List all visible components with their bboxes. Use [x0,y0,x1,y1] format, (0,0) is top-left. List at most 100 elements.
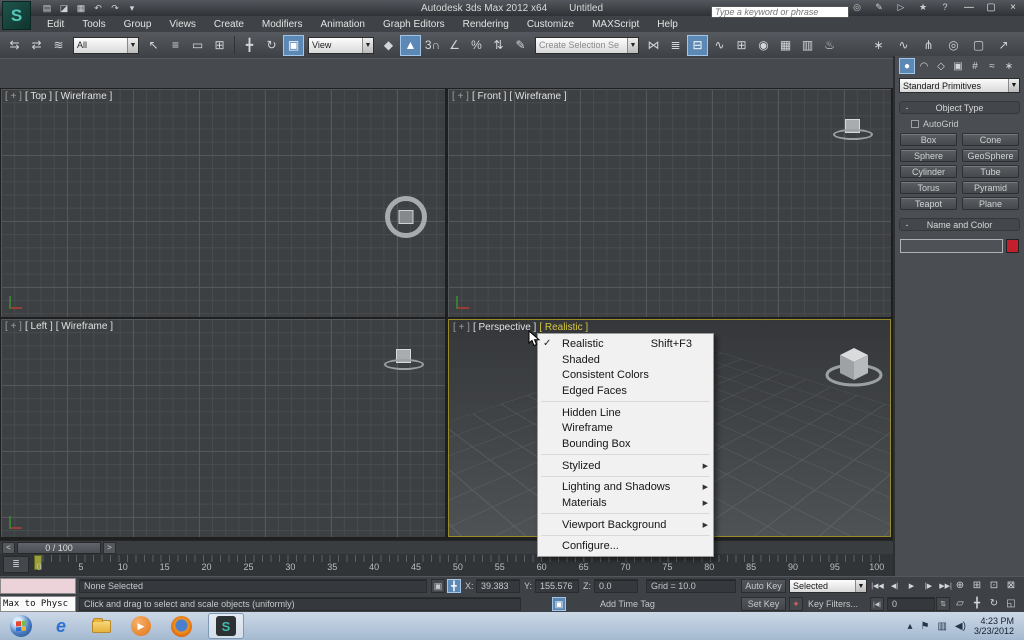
viewport-front[interactable]: [ + ][ Front ][ Wireframe ] [448,89,891,317]
primitive-button[interactable]: Pyramid [962,181,1019,194]
menu-item[interactable]: Rendering [454,19,518,30]
new-file-icon[interactable]: ▤ [40,2,54,14]
save-file-icon[interactable]: ▦ [74,2,88,14]
primitive-type-dropdown[interactable]: Standard Primitives ▼ [899,78,1020,93]
close-icon[interactable]: × [1006,1,1020,13]
category-cameras-icon[interactable]: ▣ [950,58,966,74]
zoom-extents-all-icon[interactable]: ⊠ [1003,578,1019,593]
open-file-icon[interactable]: ◪ [57,2,71,14]
start-button[interactable] [8,614,34,638]
named-selection-set-dropdown[interactable]: Create Selection Se ▼ [535,37,639,54]
menu-item[interactable]: Graph Editors [374,19,454,30]
menu-item[interactable]: Bounding Box [538,436,713,452]
align-icon[interactable]: ≣ [665,35,686,56]
menu-item[interactable]: Views [160,19,205,30]
key-icon[interactable]: ✦ [789,597,803,611]
play-icon[interactable]: ▶ [904,579,919,593]
box-object-3d[interactable] [824,338,884,390]
previous-frame-button[interactable]: < [2,542,15,554]
collapse-icon[interactable]: - [900,220,914,230]
absolute-mode-icon[interactable]: ╋ [447,579,461,593]
category-shapes-icon[interactable]: ◠ [916,58,932,74]
menu-item[interactable]: Edged Faces [538,383,713,399]
restore-icon[interactable]: ▢ [984,1,998,13]
time-tag-icon[interactable]: ▣ [552,597,566,611]
volume-icon[interactable]: ◀) [955,621,966,632]
object-color-swatch[interactable] [1006,239,1019,253]
go-to-end-icon[interactable]: ▶▶| [938,579,953,593]
angle-snap-icon[interactable]: ∠ [444,35,465,56]
taskbar-clock[interactable]: 4:23 PM 3/23/2012 [974,616,1018,636]
reference-coordinate-dropdown[interactable]: View ▼ [308,37,374,54]
mini-curve-editor-icon[interactable]: ≣ [3,556,29,573]
key-filters-button[interactable]: Key Filters... [808,599,858,609]
primitive-button[interactable]: Box [900,133,957,146]
category-helpers-icon[interactable]: # [967,58,983,74]
autogrid-checkbox[interactable] [911,120,919,128]
menu-item[interactable]: Viewport Background ▶ [538,517,713,533]
maxscript-mini-listener[interactable]: Max to Physc [0,596,76,612]
menu-item[interactable]: ✓ Realistic Shift+F3 [538,336,713,352]
next-frame-button[interactable]: > [103,542,116,554]
menu-item[interactable]: Edit [38,19,73,30]
menu-item[interactable]: Create [205,19,253,30]
favorites-icon[interactable]: ★ [916,1,930,13]
maximize-viewport-toggle-icon[interactable]: ◱ [1003,596,1019,611]
select-and-rotate-icon[interactable]: ↻ [261,35,282,56]
edit-named-selection-sets-icon[interactable]: ✎ [510,35,531,56]
auto-key-button[interactable]: Auto Key [741,579,786,593]
menu-item[interactable]: MAXScript [583,19,648,30]
mirror-icon[interactable]: ⋈ [643,35,664,56]
tab-create-icon[interactable]: ∗ [868,35,889,56]
network-icon[interactable]: ▥ [937,621,946,632]
menu-item[interactable]: Group [115,19,161,30]
go-to-start-icon[interactable]: |◀◀ [870,579,885,593]
selection-filter-dropdown[interactable]: All ▼ [73,37,139,54]
box-object[interactable] [399,210,414,224]
current-frame-field[interactable]: 0 [887,597,935,611]
y-coordinate-field[interactable]: 155.576 [535,579,579,593]
next-frame-icon[interactable]: |▶ [921,579,936,593]
add-time-tag-label[interactable]: Add Time Tag [600,599,655,609]
spinner-snap-icon[interactable]: ⇅ [488,35,509,56]
menu-item[interactable]: Lighting and Shadows ▶ [538,480,713,496]
track-bar[interactable]: ≣ 0 5 10 15 20 25 30 35 40 45 50 55 60 65 70 75 80 85 90 95… [0,554,893,576]
menu-item[interactable]: Help [648,19,687,30]
viewport-label[interactable]: [ + ][ Top ][ Wireframe ] [5,91,112,102]
primitive-button[interactable]: Cone [962,133,1019,146]
selection-set-key-dropdown[interactable]: Selected ▼ [789,579,867,593]
orbit-icon[interactable]: ↻ [986,596,1002,611]
menu-item[interactable]: Configure... [538,539,713,555]
communication-center-icon[interactable]: ▷ [894,1,908,13]
z-coordinate-field[interactable]: 0.0 [594,579,638,593]
zoom-all-icon[interactable]: ⊞ [969,578,985,593]
infocenter-search-input[interactable] [711,6,849,18]
primitive-button[interactable]: Plane [962,197,1019,210]
keyboard-shortcut-override-icon[interactable]: ▲ [400,35,421,56]
pan-icon[interactable]: ╋ [969,596,985,611]
field-of-view-icon[interactable]: ▱ [952,596,968,611]
object-name-field[interactable] [900,239,1003,253]
redo-icon[interactable]: ↷ [108,2,122,14]
explorer-folder-icon[interactable] [88,614,114,638]
primitive-button[interactable]: GeoSphere [962,149,1019,162]
render-setup-icon[interactable]: ▦ [775,35,796,56]
render-production-icon[interactable]: ♨ [819,35,840,56]
menu-item[interactable]: Tools [73,19,114,30]
search-icon[interactable]: ◎ [850,1,864,13]
menu-item[interactable]: Materials ▶ [538,495,713,511]
viewport-label[interactable]: [ + ][ Perspective ][ Realistic ] [453,322,588,333]
rectangular-selection-region-icon[interactable]: ▭ [187,35,208,56]
primitive-button[interactable]: Teapot [900,197,957,210]
tray-expand-icon[interactable]: ▴ [907,621,912,632]
menu-item[interactable]: Wireframe [538,420,713,436]
zoom-extents-icon[interactable]: ⊡ [986,578,1002,593]
category-space-warps-icon[interactable]: ≈ [984,58,1000,74]
tab-motion-icon[interactable]: ◎ [943,35,964,56]
viewport-top[interactable]: [ + ][ Top ][ Wireframe ] [1,89,445,317]
menu-item[interactable]: Modifiers [253,19,312,30]
select-and-manipulate-icon[interactable]: ◆ [378,35,399,56]
help-icon[interactable]: ? [938,1,952,13]
ring-gizmo[interactable] [385,196,427,238]
zoom-icon[interactable]: ⊕ [952,578,968,593]
